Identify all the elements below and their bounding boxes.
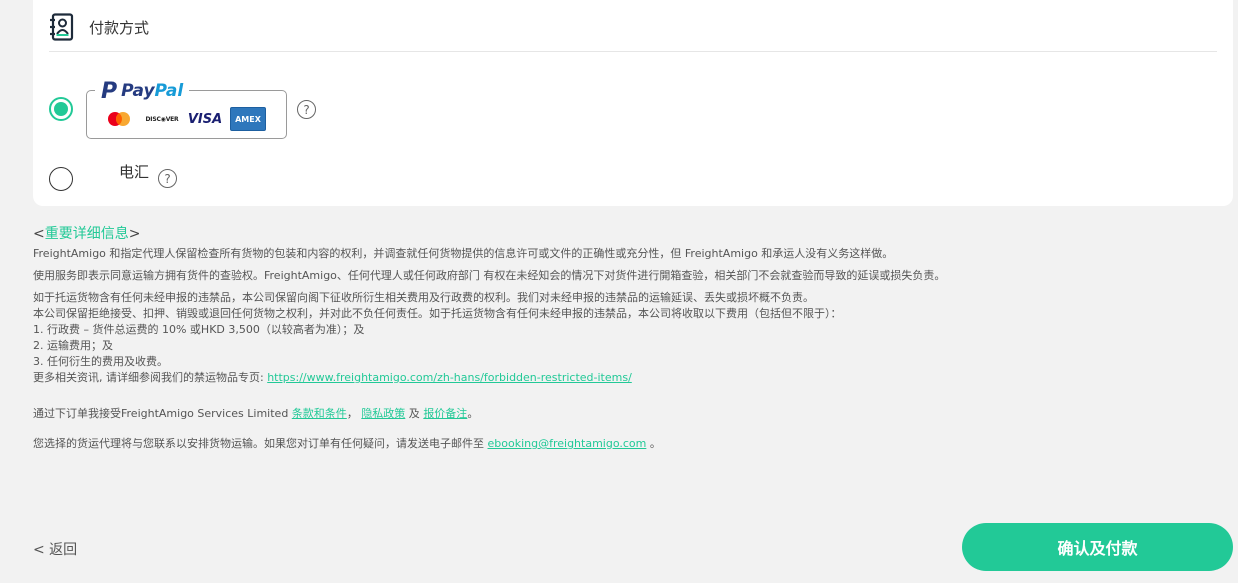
back-button[interactable]: < 返回 <box>33 539 77 559</box>
paypal-radio[interactable] <box>49 97 73 121</box>
discover-icon: DISC◉VER <box>144 107 180 131</box>
payment-card: 付款方式 P PayPal DISC◉VER VISA AMEX ? 电汇 ? <box>33 0 1233 206</box>
wire-help-icon[interactable]: ? <box>158 169 177 188</box>
payment-header: 付款方式 <box>49 12 149 42</box>
wire-transfer-radio[interactable] <box>49 167 73 191</box>
forbidden-items-link[interactable]: https://www.freightamigo.com/zh-hans/for… <box>267 371 632 384</box>
payment-title: 付款方式 <box>89 18 150 37</box>
paypal-wordmark: PayPal <box>121 81 184 101</box>
visa-icon: VISA <box>187 107 223 131</box>
quote-notes-link[interactable]: 报价备注 <box>423 407 467 420</box>
terms-line: 通过下订单我接受FreightAmigo Services Limited 条款… <box>33 407 479 420</box>
paypal-p-icon: P <box>101 78 118 104</box>
mastercard-icon <box>101 107 137 131</box>
info-paragraph-consent: 使用服务即表示同意运输方拥有货件的查验权。FreightAmigo、任何代理人或… <box>33 269 946 282</box>
contact-book-icon <box>50 13 74 41</box>
card-logos: DISC◉VER VISA AMEX <box>101 107 266 131</box>
contact-email-link[interactable]: ebooking@freightamigo.com <box>488 437 647 450</box>
divider <box>49 51 1217 52</box>
privacy-link[interactable]: 隐私政策 <box>361 407 405 420</box>
info-paragraph-prohibited: 如于托运货物含有任何未经申报的违禁品，本公司保留向阁下征收所衍生相关费用及行政费… <box>33 291 842 384</box>
contact-line: 您选择的货运代理将与您联系以安排货物运输。如果您对订单有任何疑问，请发送电子邮件… <box>33 437 661 450</box>
info-paragraph-inspection: FreightAmigo 和指定代理人保留检查所有货物的包装和内容的权利，并调查… <box>33 247 894 260</box>
wire-transfer-label: 电汇 <box>119 163 150 181</box>
important-info: <重要详细信息> FreightAmigo 和指定代理人保留检查所有货物的包装和… <box>33 226 1223 458</box>
confirm-pay-button[interactable]: 确认及付款 <box>962 523 1233 571</box>
info-title: <重要详细信息> <box>33 226 141 242</box>
paypal-logo: P PayPal <box>95 78 190 104</box>
paypal-help-icon[interactable]: ? <box>297 100 316 119</box>
terms-link[interactable]: 条款和条件 <box>292 407 347 420</box>
amex-icon: AMEX <box>230 107 266 131</box>
